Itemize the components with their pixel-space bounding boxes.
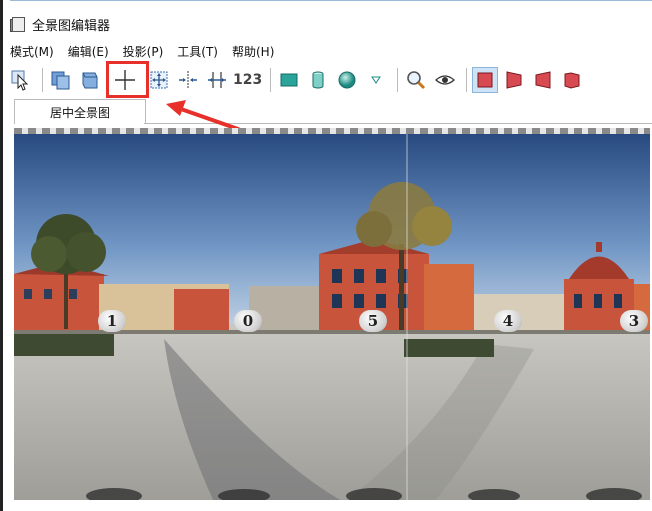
tab-bar: 居中全景图: [0, 98, 652, 124]
window-top-edge: [10, 0, 652, 1]
horizontal-center-icon: [179, 71, 197, 89]
panel-back-icon: [564, 72, 580, 89]
cursor-icon: [11, 70, 29, 91]
pointer-arrow-icon: [166, 100, 240, 131]
cylinder-projection-button[interactable]: [305, 67, 331, 93]
toolbar-separator: [397, 68, 399, 92]
menu-edit[interactable]: 编辑(E): [68, 43, 109, 60]
select-tool-button[interactable]: [8, 67, 34, 93]
marker-0[interactable]: 0: [234, 310, 262, 332]
fit-arrows-icon: [150, 71, 168, 89]
fit-view-button[interactable]: [146, 67, 172, 93]
view-left-button[interactable]: [501, 67, 527, 93]
view-right-button[interactable]: [530, 67, 556, 93]
toolbar-separator: [270, 68, 272, 92]
toolbar-separator: [42, 68, 43, 92]
panorama-view[interactable]: 1 0 5 4 3: [14, 134, 650, 502]
tab-centered-panorama[interactable]: 居中全景图: [14, 99, 146, 124]
vertical-center-button[interactable]: [204, 67, 230, 93]
menu-projection[interactable]: 投影(P): [123, 43, 164, 60]
title-bar: 全景图编辑器: [10, 12, 110, 36]
sphere-projection-button[interactable]: [334, 67, 360, 93]
toolbar-separator: [466, 68, 468, 92]
menu-help[interactable]: 帮助(H): [232, 43, 274, 60]
view-back-button[interactable]: [559, 67, 585, 93]
plane-projection-button[interactable]: [276, 67, 302, 93]
menu-bar: 模式(M) 编辑(E) 投影(P) 工具(T) 帮助(H): [0, 40, 652, 62]
cylinder-icon: [312, 71, 324, 89]
preview-button[interactable]: [432, 67, 458, 93]
copy-icon: [51, 71, 70, 90]
marker-5[interactable]: 5: [359, 310, 387, 332]
sphere-icon: [338, 71, 356, 89]
bottom-edge: [14, 500, 650, 511]
panel-left-icon: [506, 71, 522, 89]
vertical-center-icon: [208, 72, 226, 88]
paste-image-button[interactable]: [77, 67, 103, 93]
horizontal-center-button[interactable]: [175, 67, 201, 93]
view-front-button[interactable]: [472, 67, 499, 93]
app-icon: [10, 17, 26, 32]
triangle-down-icon: [371, 76, 382, 84]
projection-dropdown-button[interactable]: [363, 67, 389, 93]
marker-4[interactable]: 4: [494, 310, 522, 332]
zoom-button[interactable]: [403, 67, 429, 93]
show-numbers-button[interactable]: 123: [233, 67, 262, 93]
magnifier-icon: [407, 71, 426, 90]
numbers-label: 123: [233, 72, 263, 88]
toolbar: 123: [0, 63, 652, 97]
plane-icon: [280, 73, 298, 87]
paste-icon: [82, 72, 98, 89]
panel-right-icon: [535, 71, 551, 89]
menu-tools[interactable]: 工具(T): [177, 43, 218, 60]
menu-mode[interactable]: 模式(M): [10, 43, 54, 60]
copy-image-button[interactable]: [48, 67, 74, 93]
highlight-box: [106, 61, 149, 98]
marker-1[interactable]: 1: [98, 310, 126, 332]
panel-front-icon: [477, 72, 493, 88]
tab-label: 居中全景图: [49, 105, 110, 120]
eye-icon: [435, 75, 456, 85]
window-title: 全景图编辑器: [32, 18, 111, 34]
marker-3[interactable]: 3: [620, 310, 648, 332]
